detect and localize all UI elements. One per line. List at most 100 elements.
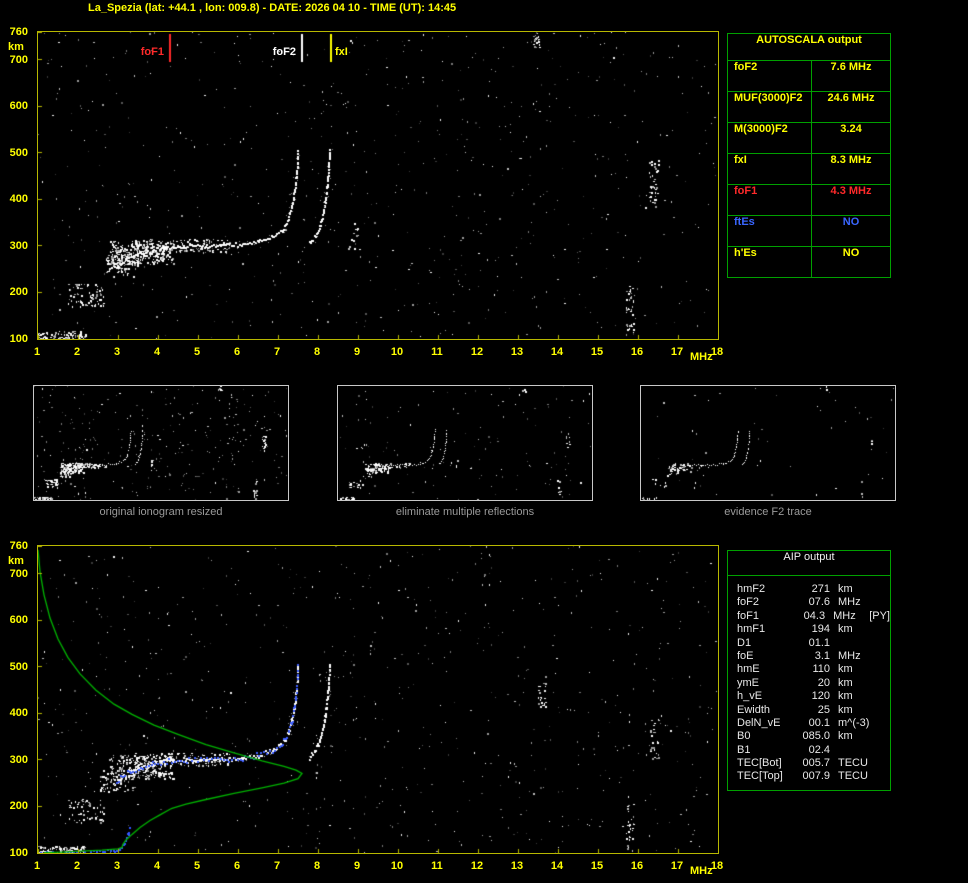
- aip-row: foE 3.1 MHz: [728, 650, 890, 663]
- y-tick-label-bottom: 600: [9, 614, 28, 627]
- aip-row-value: 085.0: [802, 730, 830, 743]
- x-tick-label-bottom: 11: [431, 860, 443, 872]
- x-tick-label-bottom: 7: [273, 860, 281, 872]
- autoscala-row-label: M(3000)F2: [728, 123, 812, 153]
- aip-panel-title: AIP output: [728, 551, 890, 576]
- autoscala-row-label: foF2: [728, 61, 812, 91]
- aip-row-label: TEC[Top]: [737, 770, 783, 783]
- top-ionogram-plot: [37, 31, 719, 340]
- aip-row: ymE 20 km: [728, 677, 890, 690]
- autoscala-row-label: ftEs: [728, 216, 812, 246]
- x-axis-unit-top: MHz: [690, 351, 713, 363]
- x-tick-label-top: 6: [233, 346, 241, 358]
- aip-row-label: B0: [737, 730, 751, 743]
- y-tick-label-bottom: 100: [9, 847, 28, 859]
- x-tick-label-top: 15: [590, 346, 604, 358]
- aip-row-value: 3.1: [814, 649, 830, 662]
- x-tick-label-bottom: 6: [233, 860, 241, 872]
- aip-row-value: 01.1: [808, 636, 830, 649]
- autoscala-row: MUF(3000)F2 24.6 MHz: [728, 91, 890, 122]
- bottom-ionogram-profile-plot: [37, 545, 719, 854]
- y-tick-label-top: 760: [9, 26, 28, 38]
- aip-row: hmF2 271 km: [728, 583, 890, 596]
- x-tick-label-top: 7: [273, 346, 281, 358]
- x-tick-label-bottom: 9: [353, 860, 361, 872]
- y-tick-label-top: 600: [9, 100, 28, 113]
- aip-row-value: 007.9: [802, 770, 830, 783]
- aip-row-label: DelN_vE: [737, 716, 781, 729]
- thumbnail-2: eliminate multiple reflections: [337, 385, 593, 518]
- aip-output-panel: AIP output hmF2 271 km foF2 07.6 MHz foF1 04.3 M…: [727, 550, 891, 791]
- aip-rows: hmF2 271 km foF2 07.6 MHz foF1 04.3 MHz [PY] hmF1 1…: [728, 583, 890, 784]
- x-tick-label-bottom: 14: [550, 860, 564, 872]
- autoscala-row-label: foF1: [728, 185, 812, 215]
- x-tick-label-bottom: 13: [510, 860, 524, 872]
- y-tick-label-bottom: 400: [9, 707, 28, 720]
- aip-row-label: ymE: [737, 676, 759, 689]
- y-tick-label-top: 400: [9, 193, 28, 206]
- aip-row-value: 120: [811, 690, 830, 703]
- station-date-title: La_Spezia (lat: +44.1 , lon: 009.8) - DA…: [88, 2, 457, 14]
- x-tick-label-top: 2: [73, 346, 81, 358]
- thumbnail-caption: evidence F2 trace: [724, 506, 812, 518]
- aip-row-unit: TECU: [838, 757, 868, 770]
- x-tick-label-top: 4: [153, 346, 161, 358]
- y-tick-label-top: 500: [9, 146, 28, 159]
- x-tick-label-top: 13: [510, 346, 524, 358]
- y-tick-label-top: 300: [9, 239, 28, 252]
- aip-row: D1 01.1: [728, 637, 890, 650]
- marker-label-foF1: foF1: [140, 46, 164, 58]
- autoscala-row-value: 8.3 MHz: [830, 154, 872, 166]
- aip-row: hmF1 194 km: [728, 623, 890, 636]
- aip-row-unit: km: [838, 663, 853, 676]
- aip-row-value: 110: [812, 663, 830, 676]
- aip-row: foF1 04.3 MHz [PY]: [728, 610, 890, 623]
- y-tick-label-top: 700: [9, 53, 28, 66]
- aip-row: TEC[Bot] 005.7 TECU: [728, 757, 890, 770]
- x-tick-label-bottom: 1: [33, 860, 41, 872]
- autoscala-row: ftEs NO: [728, 215, 890, 246]
- aip-row-unit: km: [838, 703, 853, 716]
- aip-row-unit: MHz: [838, 649, 861, 662]
- x-tick-label-bottom: 3: [113, 860, 121, 872]
- aip-row-label: foF2: [737, 596, 760, 609]
- marker-label-fxI: fxI: [335, 46, 348, 58]
- x-tick-label-top: 8: [313, 346, 321, 358]
- autoscala-row: foF1 4.3 MHz: [728, 184, 890, 215]
- aip-row: B1 02.4: [728, 744, 890, 757]
- x-tick-label-top: 10: [390, 346, 404, 358]
- x-tick-label-top: 17: [670, 346, 684, 358]
- x-tick-label-top: 1: [33, 346, 41, 358]
- aip-row-label: hmE: [737, 663, 760, 676]
- y-axis-unit-bottom: km: [8, 555, 24, 567]
- thumbnail-caption: original ionogram resized: [99, 506, 223, 518]
- x-tick-label-bottom: 8: [313, 860, 321, 872]
- aip-row-unit: MHz: [833, 609, 856, 622]
- autoscala-rows: foF2 7.6 MHz MUF(3000)F2 24.6 MHz M(3000)F2 3…: [728, 61, 890, 277]
- aip-row-label: D1: [737, 636, 752, 649]
- y-tick-label-bottom: 700: [9, 567, 28, 580]
- aip-row: h_vE 120 km: [728, 690, 890, 703]
- aip-row-unit: km: [838, 623, 853, 636]
- aip-row-unit: [838, 637, 874, 650]
- aip-row-unit: km: [838, 583, 853, 595]
- aip-row-label: Ewidth: [737, 703, 771, 716]
- x-tick-label-bottom: 16: [630, 860, 644, 872]
- aip-row-value: 07.6: [808, 596, 830, 609]
- x-tick-label-bottom: 4: [153, 860, 161, 872]
- aip-row-value: 25: [817, 703, 830, 716]
- aip-row: DelN_vE 00.1 m^(-3): [728, 717, 890, 730]
- x-tick-label-bottom: 15: [590, 860, 604, 872]
- aip-row-label: TEC[Bot]: [737, 757, 782, 770]
- aip-row-value: 271: [811, 583, 830, 595]
- marker-label-foF2: foF2: [272, 46, 296, 58]
- aip-row: hmE 110 km: [728, 663, 890, 676]
- autoscala-row: M(3000)F2 3.24: [728, 122, 890, 153]
- aip-row-unit: km: [838, 730, 853, 743]
- x-tick-label-top: 9: [353, 346, 361, 358]
- x-tick-label-top: 12: [470, 346, 484, 358]
- x-tick-label-top: 5: [193, 346, 201, 358]
- aip-row-unit: km: [838, 690, 853, 703]
- y-tick-label-top: 100: [9, 333, 28, 345]
- aip-row-unit: [838, 744, 874, 757]
